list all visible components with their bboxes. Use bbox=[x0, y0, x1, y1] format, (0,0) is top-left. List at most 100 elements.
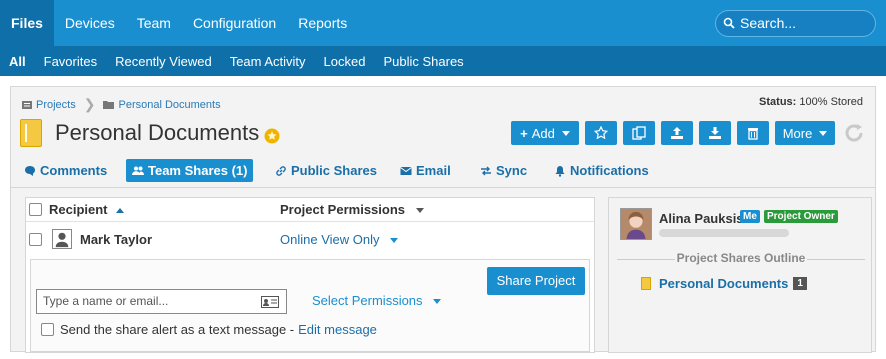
document-icon bbox=[641, 277, 651, 290]
share-project-button[interactable]: Share Project bbox=[487, 267, 585, 295]
recipient-input[interactable]: Type a name or email... bbox=[36, 289, 287, 314]
sync-icon bbox=[481, 166, 491, 175]
tab-email[interactable]: Email bbox=[394, 159, 457, 182]
comment-icon bbox=[25, 165, 35, 176]
chevron-down-icon bbox=[390, 237, 399, 243]
sort-ascending-icon bbox=[116, 208, 125, 214]
copy-icon bbox=[632, 126, 646, 140]
favorite-button[interactable] bbox=[585, 121, 617, 145]
add-button-label: Add bbox=[531, 125, 555, 141]
avatar bbox=[620, 208, 652, 240]
tab-notifications[interactable]: Notifications bbox=[548, 159, 655, 182]
subnav-all[interactable]: All bbox=[0, 46, 35, 76]
chevron-down-icon bbox=[415, 208, 424, 214]
top-nav: Files Devices Team Configuration Reports bbox=[0, 0, 358, 46]
me-badge: Me bbox=[740, 210, 760, 223]
share-form: Type a name or email... Select Permissio… bbox=[30, 259, 590, 352]
address-card-icon[interactable] bbox=[261, 296, 279, 308]
bell-icon bbox=[555, 165, 565, 177]
breadcrumb-personal-documents[interactable]: Personal Documents bbox=[118, 99, 220, 111]
outline-project-item[interactable]: Personal Documents 1 bbox=[641, 276, 807, 291]
envelope-icon bbox=[400, 166, 412, 175]
select-permissions-dropdown[interactable]: Select Permissions bbox=[312, 293, 442, 308]
recipient-column-label: Recipient bbox=[49, 202, 108, 217]
outline-project-name: Personal Documents bbox=[659, 276, 789, 291]
title-row: Personal Documents bbox=[20, 117, 280, 149]
project-shares-outline-title: Project Shares Outline bbox=[617, 251, 865, 265]
tab-comments[interactable]: Comments bbox=[18, 159, 113, 182]
row-checkbox[interactable] bbox=[29, 232, 42, 246]
nav-reports[interactable]: Reports bbox=[287, 0, 358, 46]
subnav-team-activity[interactable]: Team Activity bbox=[221, 46, 315, 76]
owner-name: Alina Pauksis bbox=[659, 211, 744, 226]
project-document-icon bbox=[20, 119, 42, 147]
project-owner-panel: Alina Pauksis Me Project Owner Project S… bbox=[608, 197, 872, 353]
tab-team-shares[interactable]: Team Shares (1) bbox=[126, 159, 254, 182]
chevron-down-icon bbox=[819, 130, 828, 136]
tab-comments-label: Comments bbox=[40, 163, 108, 178]
tab-sync-label: Sync bbox=[496, 163, 528, 178]
folder-icon bbox=[103, 101, 115, 109]
more-button[interactable]: More bbox=[775, 121, 835, 145]
trash-icon bbox=[748, 128, 758, 140]
tab-public-shares[interactable]: Public Shares bbox=[269, 159, 383, 182]
share-count-badge: 1 bbox=[793, 277, 807, 290]
status-label: Status: bbox=[759, 96, 797, 108]
user-avatar-icon bbox=[52, 229, 72, 249]
star-outline-icon bbox=[594, 126, 608, 140]
page-title: Personal Documents bbox=[55, 120, 260, 145]
search-placeholder: Search... bbox=[740, 15, 797, 31]
select-all-checkbox[interactable] bbox=[29, 203, 42, 216]
project-toolbar: + Add More bbox=[511, 121, 835, 145]
download-icon bbox=[709, 127, 721, 139]
subnav-recently-viewed[interactable]: Recently Viewed bbox=[106, 46, 221, 76]
upload-icon bbox=[671, 127, 683, 139]
delete-button[interactable] bbox=[737, 121, 769, 145]
permissions-column-label: Project Permissions bbox=[280, 202, 405, 217]
chevron-down-icon bbox=[433, 299, 442, 305]
recipient-column-header[interactable]: Recipient bbox=[49, 202, 125, 217]
table-header: Recipient Project Permissions bbox=[26, 198, 594, 222]
top-navbar: Files Devices Team Configuration Reports… bbox=[0, 0, 886, 46]
text-alert-checkbox[interactable] bbox=[41, 323, 54, 336]
tab-sync[interactable]: Sync bbox=[474, 159, 533, 182]
team-shares-panel: Recipient Project Permissions Mark Taylo… bbox=[25, 197, 595, 353]
breadcrumb-projects[interactable]: Projects bbox=[36, 99, 76, 111]
tab-email-label: Email bbox=[416, 163, 451, 178]
status-value: 100% Stored bbox=[799, 96, 863, 108]
select-permissions-label: Select Permissions bbox=[312, 293, 423, 308]
permissions-column-header[interactable]: Project Permissions bbox=[280, 202, 424, 217]
subnav-public-shares[interactable]: Public Shares bbox=[374, 46, 472, 76]
recipient-permission-select[interactable]: Online View Only bbox=[280, 231, 399, 247]
download-button[interactable] bbox=[699, 121, 731, 145]
text-alert-option: Send the share alert as a text message -… bbox=[41, 322, 377, 337]
nav-team[interactable]: Team bbox=[126, 0, 182, 46]
refresh-icon[interactable] bbox=[843, 122, 865, 144]
breadcrumb-separator-icon: ❯ bbox=[83, 96, 96, 112]
more-button-label: More bbox=[782, 125, 813, 141]
nav-files[interactable]: Files bbox=[0, 0, 54, 46]
breadcrumb: Projects ❯ Personal Documents bbox=[22, 96, 221, 113]
tab-public-shares-label: Public Shares bbox=[291, 163, 377, 178]
search-icon bbox=[723, 17, 735, 29]
add-button[interactable]: + Add bbox=[511, 121, 579, 145]
recipient-permission-value: Online View Only bbox=[280, 231, 380, 247]
subnav-favorites[interactable]: Favorites bbox=[35, 46, 106, 76]
users-icon bbox=[132, 166, 144, 175]
edit-message-link[interactable]: Edit message bbox=[298, 322, 377, 337]
tab-notifications-label: Notifications bbox=[570, 163, 649, 178]
favorite-star-icon[interactable] bbox=[264, 128, 280, 144]
upload-button[interactable] bbox=[661, 121, 693, 145]
tab-team-shares-label: Team Shares (1) bbox=[148, 163, 248, 178]
chevron-down-icon bbox=[561, 130, 570, 136]
subnav-locked[interactable]: Locked bbox=[315, 46, 375, 76]
nav-devices[interactable]: Devices bbox=[54, 0, 126, 46]
sub-navbar: All Favorites Recently Viewed Team Activ… bbox=[0, 46, 886, 76]
list-icon bbox=[22, 100, 32, 109]
search-input[interactable]: Search... bbox=[715, 10, 876, 37]
nav-configuration[interactable]: Configuration bbox=[182, 0, 287, 46]
copy-button[interactable] bbox=[623, 121, 655, 145]
recipient-input-placeholder: Type a name or email... bbox=[43, 294, 169, 308]
link-icon bbox=[276, 165, 286, 176]
redacted-email bbox=[659, 229, 789, 237]
